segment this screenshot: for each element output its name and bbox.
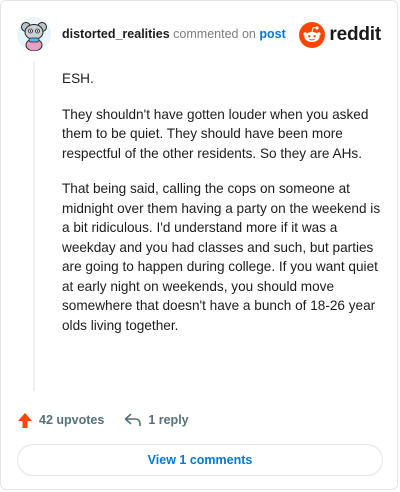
reddit-brand[interactable]: reddit [299, 21, 381, 49]
reply-count: 1 reply [148, 413, 189, 427]
reddit-logo-icon [299, 22, 326, 48]
comment-actions: 42 upvotes 1 reply [17, 407, 189, 433]
upvote-arrow-icon [18, 412, 32, 428]
reply-button[interactable]: 1 reply [124, 413, 189, 427]
comment-header: distorted_realities commented on post re… [17, 17, 381, 53]
thread-line [33, 61, 35, 391]
username-link[interactable]: distorted_realities [62, 27, 170, 41]
commented-on-text: commented on [173, 27, 256, 41]
comment-meta: distorted_realities commented on post [62, 27, 286, 41]
post-link[interactable]: post [259, 27, 285, 41]
comment-paragraph: That being said, calling the cops on som… [62, 181, 381, 333]
comment-body: ESH. They shouldn't have gotten louder w… [62, 69, 386, 351]
comment-paragraph: They shouldn't have gotten louder when y… [62, 106, 369, 161]
user-avatar[interactable] [17, 17, 51, 51]
upvote-button[interactable]: 42 upvotes [17, 412, 104, 429]
reply-arrow-icon [125, 413, 142, 427]
brand-wordmark: reddit [329, 24, 381, 45]
snoo-avatar-icon [17, 17, 51, 51]
upvote-count: 42 upvotes [39, 413, 105, 427]
comment-paragraph: ESH. [62, 71, 94, 86]
view-comments-button[interactable]: View 1 comments [17, 444, 383, 476]
comment-card: distorted_realities commented on post re… [0, 0, 398, 490]
